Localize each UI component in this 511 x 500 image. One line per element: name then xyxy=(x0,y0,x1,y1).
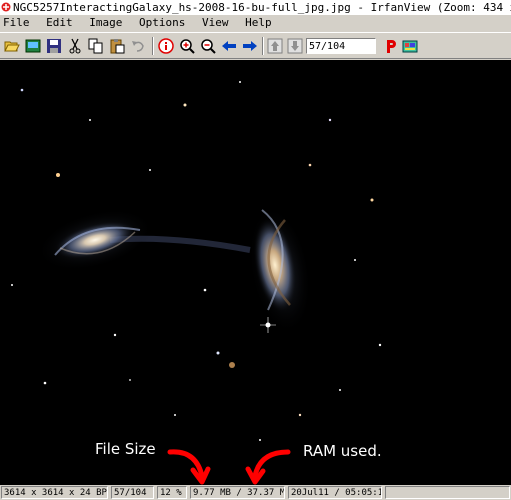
save-icon[interactable] xyxy=(46,38,62,54)
toolbar xyxy=(0,32,511,59)
status-zoom: 12 % xyxy=(157,486,187,499)
status-bar: 3614 x 3614 x 24 BPP 57/104 12 % 9.77 MB… xyxy=(0,485,511,500)
zoom-out-icon[interactable] xyxy=(200,38,216,54)
open-folder-icon[interactable] xyxy=(4,38,20,54)
irfanview-app-icon[interactable] xyxy=(1,2,11,12)
status-dimensions: 3614 x 3614 x 24 BPP xyxy=(1,486,108,499)
properties-icon[interactable] xyxy=(383,38,399,54)
menu-view[interactable]: View xyxy=(196,15,233,31)
paste-icon[interactable] xyxy=(109,38,125,54)
info-icon[interactable] xyxy=(158,38,174,54)
status-empty-panel xyxy=(385,486,510,499)
paint-icon[interactable] xyxy=(402,38,418,54)
toolbar-separator xyxy=(152,37,154,55)
window-title: NGC5257InteractingGalaxy_hs-2008-16-bu-f… xyxy=(13,1,511,14)
annotation-arrows xyxy=(167,449,291,485)
previous-icon[interactable] xyxy=(221,38,237,54)
menu-file[interactable]: File xyxy=(0,15,34,31)
status-memory: 9.77 MB / 37.37 MB xyxy=(190,486,285,499)
zoom-in-icon[interactable] xyxy=(179,38,195,54)
thumbnails-icon[interactable] xyxy=(25,38,41,54)
menu-options[interactable]: Options xyxy=(133,15,189,31)
ram-used-annotation: RAM used. xyxy=(303,442,382,460)
menu-image[interactable]: Image xyxy=(83,15,126,31)
galaxy-image xyxy=(0,60,403,459)
last-icon[interactable] xyxy=(287,38,303,54)
image-viewer[interactable]: File Size RAM used. xyxy=(0,60,511,485)
title-bar: NGC5257InteractingGalaxy_hs-2008-16-bu-f… xyxy=(0,0,511,15)
next-icon[interactable] xyxy=(242,38,258,54)
first-icon[interactable] xyxy=(267,38,283,54)
menu-edit[interactable]: Edit xyxy=(40,15,77,31)
copy-icon[interactable] xyxy=(88,38,104,54)
file-size-annotation: File Size xyxy=(95,440,156,458)
status-index: 57/104 xyxy=(111,486,154,499)
toolbar-separator xyxy=(262,37,264,55)
page-number-input[interactable] xyxy=(306,38,376,54)
undo-icon[interactable] xyxy=(130,38,146,54)
cut-icon[interactable] xyxy=(67,38,83,54)
menu-help[interactable]: Help xyxy=(239,15,276,31)
status-datetime: 20Jul11 / 05:05:15 xyxy=(288,486,382,499)
menu-bar: File Edit Image Options View Help xyxy=(0,15,511,31)
